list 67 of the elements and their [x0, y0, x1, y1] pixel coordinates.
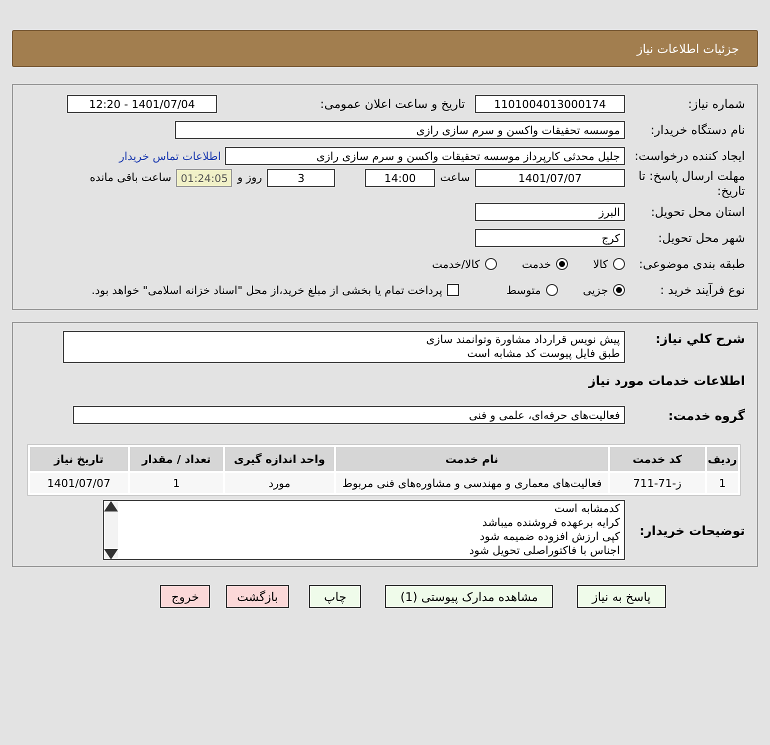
checkbox-label: پرداخت تمام یا بخشی از مبلغ خرید،از محل "اسناد خزانه اسلامی" خواهد بود.	[92, 284, 442, 296]
province-field: البرز	[475, 203, 625, 221]
column-header: واحد اندازه گیری	[225, 447, 334, 471]
city-field: کرج	[475, 229, 625, 247]
action-button[interactable]: پاسخ به نیاز	[576, 585, 666, 608]
table-cell: ز-71-711	[610, 473, 705, 493]
radio-button[interactable]	[613, 258, 625, 270]
field-label: گروه خدمت:	[667, 408, 745, 422]
creator-field: جلیل محدثی کارپرداز موسسه تحقیقات واکسن و سرم سازی رازی	[225, 147, 625, 165]
field-label: توضیحات خریدار:	[638, 522, 745, 538]
action-button[interactable]: چاپ	[309, 585, 362, 608]
need-number-field: 1101004013000174	[475, 95, 625, 113]
radio-label: جزیی	[582, 284, 608, 296]
radio-button[interactable]	[556, 258, 568, 270]
buyer-contact-link[interactable]: اطلاعات تماس خریدار	[119, 150, 221, 162]
deadline-time-field: 14:00	[365, 169, 436, 187]
field-label: طبقه بندی موضوعی:	[638, 257, 745, 271]
days-field: 3	[267, 169, 336, 187]
scroll-up-icon[interactable]	[104, 501, 118, 512]
page-title: جزئیات اطلاعات نیاز	[636, 42, 739, 56]
radio-label: کالا/خدمت	[432, 258, 480, 270]
table-cell: فعالیت‌های معماری و مهندسی و مشاوره‌های فنی مربوط	[336, 473, 608, 493]
remaining-time-field: 01:24:05	[176, 169, 232, 187]
column-header: تاریخ نیاز	[30, 447, 128, 471]
notes-line: کدمشابه است	[553, 502, 620, 516]
announce-date-field: 1401/07/04 - 12:20	[67, 95, 217, 113]
table-cell: مورد	[225, 473, 334, 493]
column-header: کد خدمت	[610, 447, 705, 471]
table-cell: 1401/07/07	[30, 473, 128, 493]
days-label: روز و	[237, 170, 262, 186]
field-label: نام دستگاه خریدار:	[650, 123, 745, 137]
field-label: ایجاد کننده درخواست:	[633, 149, 745, 163]
field-label: شرح کلي نياز:	[654, 331, 745, 346]
table-cell: 1	[130, 473, 224, 493]
notes-line: اجناس با فاکتوراصلی تحویل شود	[468, 544, 620, 558]
notes-line: کرایه برعهده فروشنده میباشد	[481, 516, 620, 530]
time-label: ساعت	[440, 170, 470, 186]
column-header: تعداد / مقدار	[130, 447, 224, 471]
section-title: اطلاعات خدمات مورد نیاز	[587, 373, 745, 388]
field-label: مهلت ارسال پاسخ: تا تاریخ:	[637, 169, 745, 199]
column-header: نام خدمت	[336, 447, 608, 471]
checkbox[interactable]	[447, 284, 460, 296]
field-label: شهر محل تحویل:	[657, 231, 745, 245]
radio-label: کالا	[593, 258, 608, 270]
service-group-field: فعالیت‌های حرفه‌ای، علمی و فنی	[73, 406, 625, 424]
description-line: طبق فایل پیوست کد مشابه است	[466, 347, 620, 361]
radio-label: متوسط	[506, 284, 541, 296]
field-label: نوع فرآیند خرید :	[659, 283, 745, 297]
description-line: پیش نویس قرارداد مشاورة وتوانمند سازی	[425, 333, 620, 347]
field-label: شماره نیاز:	[687, 97, 745, 111]
field-label: استان محل تحویل:	[650, 205, 745, 219]
radio-button[interactable]	[613, 284, 625, 296]
column-header: ردیف	[706, 447, 738, 471]
table-cell: 1	[706, 473, 738, 493]
radio-button[interactable]	[546, 284, 558, 296]
scrollbar[interactable]	[104, 501, 118, 559]
action-button[interactable]: مشاهده مدارک پیوستی (1)	[385, 585, 553, 608]
action-button[interactable]: خروج	[160, 585, 210, 608]
action-button[interactable]: بازگشت	[226, 585, 289, 608]
deadline-date-field: 1401/07/07	[475, 169, 625, 187]
scroll-down-icon[interactable]	[104, 548, 118, 559]
field-label: تاریخ و ساعت اعلان عمومی:	[319, 97, 465, 111]
radio-label: خدمت	[522, 258, 552, 270]
radio-button[interactable]	[484, 258, 497, 270]
remaining-label: ساعت باقی مانده	[90, 170, 172, 186]
buyer-org-field: موسسه تحقیقات واکسن و سرم سازی رازی	[175, 121, 625, 139]
notes-line: کپی ارزش افزوده ضمیمه شود	[478, 530, 620, 544]
